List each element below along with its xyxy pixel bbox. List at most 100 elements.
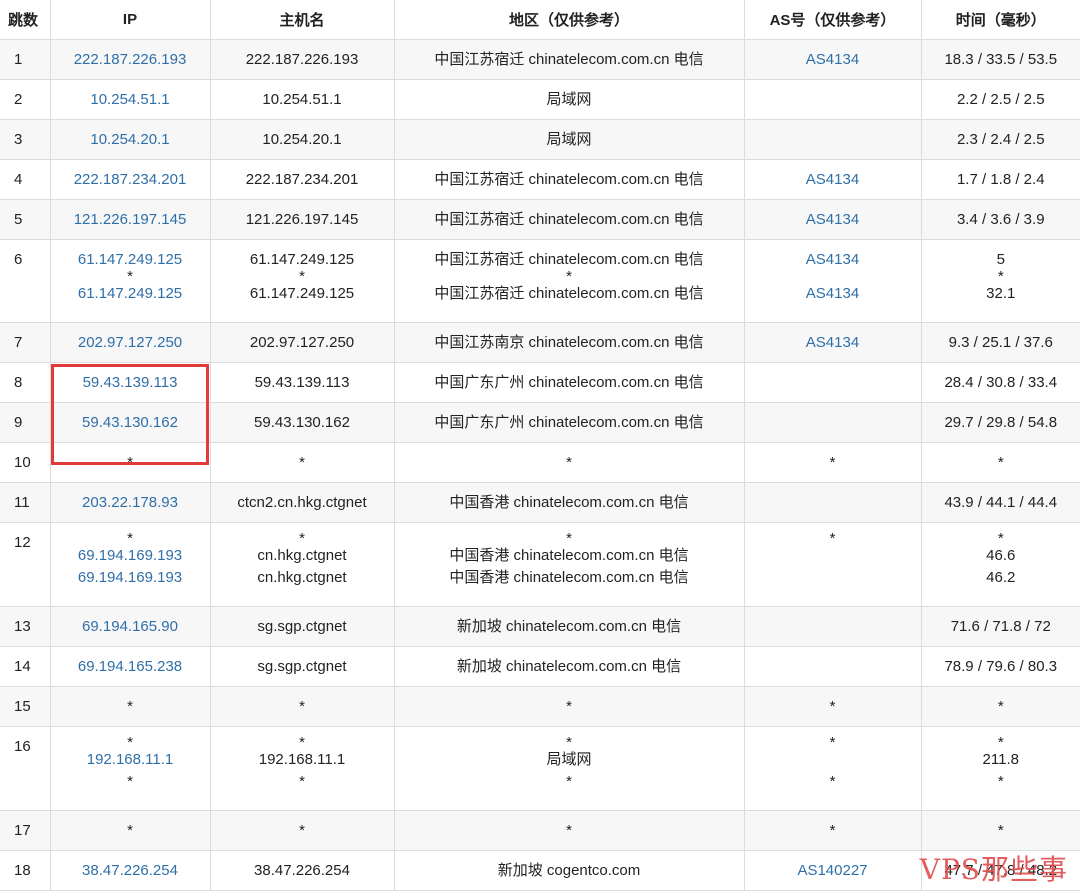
timeout-marker: *	[51, 820, 210, 841]
header-time: 时间（毫秒）	[921, 0, 1080, 40]
hostname-cell: 202.97.127.250	[210, 323, 394, 363]
as-link[interactable]: AS4134	[745, 249, 921, 270]
region: 局域网	[395, 749, 744, 771]
ip-link[interactable]: 203.22.178.93	[51, 492, 210, 513]
hostname-cell: 59.43.130.162	[210, 403, 394, 443]
latency-cell: *	[921, 687, 1080, 727]
hostname-cell: *	[210, 811, 394, 851]
as-cell	[744, 363, 921, 403]
timeout-marker: *	[922, 532, 1080, 545]
region: 局域网	[395, 129, 744, 150]
as-link[interactable]: AS4134	[745, 283, 921, 304]
as-cell: *	[744, 523, 921, 607]
ip-cell: 38.47.226.254	[50, 851, 210, 891]
region-cell: *	[394, 687, 744, 727]
region-cell: 中国江苏宿迁 chinatelecom.com.cn 电信	[394, 200, 744, 240]
region-cell: 中国广东广州 chinatelecom.com.cn 电信	[394, 363, 744, 403]
region-cell: *中国香港 chinatelecom.com.cn 电信中国香港 chinate…	[394, 523, 744, 607]
latency-cell: 43.9 / 44.1 / 44.4	[921, 483, 1080, 523]
region-cell: 局域网	[394, 120, 744, 160]
timeout-marker: *	[922, 820, 1080, 841]
as-cell: *	[744, 443, 921, 483]
ip-link[interactable]: 222.187.226.193	[51, 49, 210, 70]
ip-link[interactable]: 69.194.169.193	[51, 567, 210, 589]
as-link	[745, 656, 921, 677]
header-as: AS号（仅供参考）	[744, 0, 921, 40]
timeout-marker: *	[51, 532, 210, 545]
hostname-cell: 10.254.20.1	[210, 120, 394, 160]
ip-link[interactable]: 38.47.226.254	[51, 860, 210, 881]
as-link	[745, 129, 921, 150]
latency-cell: *211.8*	[921, 727, 1080, 811]
region: 中国江苏南京 chinatelecom.com.cn 电信	[395, 332, 744, 353]
as-link[interactable]: AS140227	[745, 860, 921, 881]
ip-link[interactable]: 10.254.51.1	[51, 89, 210, 110]
latency-cell: 3.4 / 3.6 / 3.9	[921, 200, 1080, 240]
latency: 1.7 / 1.8 / 2.4	[922, 169, 1080, 190]
hostname: 10.254.51.1	[211, 89, 394, 110]
timeout-marker: *	[51, 771, 210, 793]
header-region: 地区（仅供参考）	[394, 0, 744, 40]
ip-link[interactable]: 121.226.197.145	[51, 209, 210, 230]
latency: 46.2	[922, 567, 1080, 589]
ip-cell: 222.187.234.201	[50, 160, 210, 200]
hostname: 59.43.130.162	[211, 412, 394, 433]
region-cell: 中国广东广州 chinatelecom.com.cn 电信	[394, 403, 744, 443]
region: 中国广东广州 chinatelecom.com.cn 电信	[395, 412, 744, 433]
ip-link[interactable]: 192.168.11.1	[51, 749, 210, 771]
as-cell	[744, 607, 921, 647]
hop-number: 9	[0, 403, 50, 443]
as-link	[745, 412, 921, 433]
table-row: 1369.194.165.90sg.sgp.ctgnet新加坡 chinatel…	[0, 607, 1080, 647]
hop-number: 11	[0, 483, 50, 523]
timeout-marker: *	[395, 452, 744, 473]
table-row: 16*192.168.11.1**192.168.11.1**局域网****21…	[0, 727, 1080, 811]
hostname: 202.97.127.250	[211, 332, 394, 353]
as-link[interactable]: AS4134	[745, 332, 921, 353]
hostname: cn.hkg.ctgnet	[211, 567, 394, 589]
header-hostname: 主机名	[210, 0, 394, 40]
timeout-marker: *	[395, 270, 744, 283]
table-row: 1469.194.165.238sg.sgp.ctgnet新加坡 chinate…	[0, 647, 1080, 687]
ip-link[interactable]: 59.43.139.113	[51, 372, 210, 393]
table-row: 210.254.51.110.254.51.1局域网2.2 / 2.5 / 2.…	[0, 80, 1080, 120]
latency: 3.4 / 3.6 / 3.9	[922, 209, 1080, 230]
region: 中国香港 chinatelecom.com.cn 电信	[395, 567, 744, 589]
hostname-cell: 222.187.226.193	[210, 40, 394, 80]
ip-link[interactable]: 69.194.169.193	[51, 545, 210, 567]
as-cell	[744, 647, 921, 687]
ip-link[interactable]: 202.97.127.250	[51, 332, 210, 353]
ip-cell: 222.187.226.193	[50, 40, 210, 80]
latency-cell: 9.3 / 25.1 / 37.6	[921, 323, 1080, 363]
latency-cell: *46.646.2	[921, 523, 1080, 607]
ip-link[interactable]: 61.147.249.125	[51, 249, 210, 270]
ip-link[interactable]: 61.147.249.125	[51, 283, 210, 304]
as-link[interactable]: AS4134	[745, 49, 921, 70]
timeout-marker: *	[51, 736, 210, 749]
as-cell: AS4134	[744, 323, 921, 363]
hop-number: 1	[0, 40, 50, 80]
as-cell: AS4134	[744, 160, 921, 200]
region: 中国江苏宿迁 chinatelecom.com.cn 电信	[395, 49, 744, 70]
ip-link[interactable]: 69.194.165.90	[51, 616, 210, 637]
hop-number: 6	[0, 240, 50, 323]
latency: 5	[922, 249, 1080, 270]
region-cell: *	[394, 811, 744, 851]
latency-cell: *	[921, 811, 1080, 851]
ip-link[interactable]: 69.194.165.238	[51, 656, 210, 677]
latency-cell: 71.6 / 71.8 / 72	[921, 607, 1080, 647]
latency-cell: *	[921, 443, 1080, 483]
ip-cell: 69.194.165.90	[50, 607, 210, 647]
as-cell	[744, 120, 921, 160]
header-ip: IP	[50, 0, 210, 40]
hop-number: 5	[0, 200, 50, 240]
ip-link[interactable]: 10.254.20.1	[51, 129, 210, 150]
table-row: 1222.187.226.193222.187.226.193中国江苏宿迁 ch…	[0, 40, 1080, 80]
as-link[interactable]: AS4134	[745, 209, 921, 230]
as-link[interactable]: AS4134	[745, 169, 921, 190]
as-link	[745, 567, 921, 589]
ip-link[interactable]: 222.187.234.201	[51, 169, 210, 190]
ip-link[interactable]: 59.43.130.162	[51, 412, 210, 433]
region-cell: 新加坡 chinatelecom.com.cn 电信	[394, 607, 744, 647]
ip-cell: *69.194.169.19369.194.169.193	[50, 523, 210, 607]
